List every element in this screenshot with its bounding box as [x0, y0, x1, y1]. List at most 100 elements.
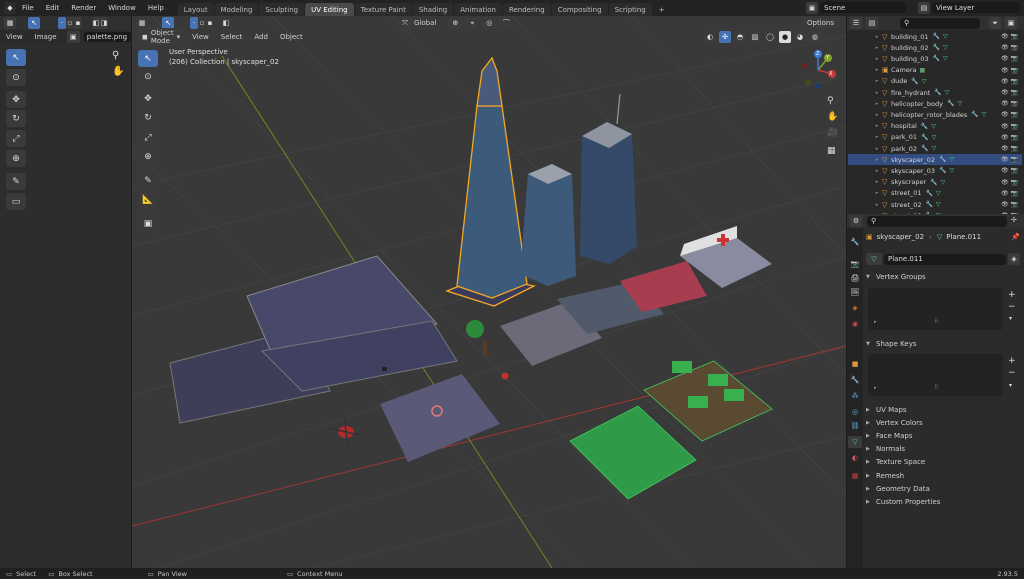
tab-compositing[interactable]: Compositing	[551, 3, 608, 16]
scene-icon[interactable]: ▣	[806, 2, 818, 14]
visibility-toggle-icon[interactable]: 👁 📷	[1001, 201, 1018, 208]
properties-panel-header[interactable]: ▶ Face Maps	[866, 429, 1016, 442]
vp-scale-tool[interactable]: ⤢	[138, 129, 158, 146]
mesh-data-icon[interactable]: ▽	[945, 89, 950, 96]
mesh-data-icon[interactable]: ▽	[932, 145, 937, 152]
output-tab-icon[interactable]: 🖨	[848, 272, 862, 284]
pin-icon[interactable]: ✢	[1011, 216, 1017, 224]
vp-measure-tool[interactable]: 📐	[138, 191, 158, 208]
modifier-icon[interactable]: 🔧	[921, 123, 928, 130]
constraints-tab-icon[interactable]: ⛓	[848, 420, 862, 432]
transform-orientation-icon[interactable]: ⤧	[398, 17, 412, 29]
visibility-toggle-icon[interactable]: 👁 📷	[1001, 179, 1018, 186]
new-collection-icon[interactable]: ▣	[1005, 17, 1017, 29]
uv-annotate-tool[interactable]: ✎	[6, 173, 26, 190]
properties-editor-type-icon[interactable]: ⚙	[850, 215, 862, 227]
edge-select-icon[interactable]: ▫	[66, 17, 74, 29]
modifier-icon[interactable]: 🔧	[933, 55, 940, 62]
vp-transform-tool[interactable]: ⊕	[138, 148, 158, 165]
remove-shape-key-icon[interactable]: −	[1008, 368, 1016, 378]
mesh-data-icon[interactable]: ▽	[936, 190, 941, 197]
texture-tab-icon[interactable]: ▦	[848, 470, 862, 482]
mesh-data-icon[interactable]: ▽	[943, 33, 948, 40]
remove-vertex-group-icon[interactable]: −	[1008, 302, 1016, 312]
visibility-toggle-icon[interactable]: 👁 📷	[1001, 167, 1018, 174]
vertex-groups-list[interactable]: ▸ ⠿	[868, 288, 1003, 330]
modifier-icon[interactable]: 🔧	[911, 78, 918, 85]
blender-logo-icon[interactable]: ◆	[4, 2, 16, 14]
modifier-icon[interactable]: 🔧	[926, 190, 933, 197]
visibility-toggle-icon[interactable]: 👁 📷	[1001, 89, 1018, 96]
viewport-edge-icon[interactable]: ▫	[198, 17, 206, 29]
outliner-item[interactable]: ▸ ▽ street_02 🔧 ▽ 👁 📷	[848, 199, 1022, 210]
fire-hydrant[interactable]	[501, 372, 509, 380]
tab-animation[interactable]: Animation	[454, 3, 502, 16]
visibility-toggle-icon[interactable]: 👁 📷	[1001, 156, 1018, 163]
camera-data-icon[interactable]: ■	[920, 67, 926, 74]
view-layer-icon[interactable]: ▤	[918, 2, 930, 14]
uv-transform-tool[interactable]: ⊕	[6, 150, 26, 167]
expand-triangle-icon[interactable]: ▸	[872, 67, 882, 73]
modifier-icon[interactable]: 🔧	[934, 89, 941, 96]
menu-render[interactable]: Render	[65, 4, 102, 12]
visibility-toggle-icon[interactable]: 👁 📷	[1001, 190, 1018, 197]
properties-panel-header[interactable]: ▶ UV Maps	[866, 403, 1016, 416]
display-mode-icon[interactable]: ▤	[866, 17, 878, 29]
expand-triangle-icon[interactable]: ▸	[872, 123, 882, 129]
park-01[interactable]	[569, 405, 697, 500]
outliner-search-input[interactable]: ⚲	[900, 18, 980, 29]
menu-edit[interactable]: Edit	[40, 4, 66, 12]
outliner-item[interactable]: ▸ ▽ park_02 🔧 ▽ 👁 📷	[848, 143, 1022, 154]
expand-triangle-icon[interactable]: ▸	[872, 190, 882, 196]
viewport-menu-object[interactable]: Object	[274, 33, 309, 41]
modifier-icon[interactable]: 🔧	[930, 179, 937, 186]
image-name-field[interactable]: palette.png	[83, 32, 131, 42]
xray-icon[interactable]: ▨	[749, 31, 761, 43]
material-tab-icon[interactable]: ◐	[848, 452, 862, 464]
outliner-editor-type-icon[interactable]: ☰	[850, 17, 862, 29]
expand-triangle-icon[interactable]: ▸	[872, 101, 882, 107]
visibility-toggle-icon[interactable]: 👁 📷	[1001, 67, 1018, 74]
expand-triangle-icon[interactable]: ▸	[872, 202, 882, 208]
menu-help[interactable]: Help	[142, 4, 170, 12]
viewport-vertex-icon[interactable]: ·	[190, 17, 198, 29]
render-tab-icon[interactable]: 📷	[848, 258, 862, 270]
expand-triangle-icon[interactable]: ▸	[872, 45, 882, 51]
gizmo-toggle-icon[interactable]: ✣	[719, 31, 731, 43]
visibility-toggle-icon[interactable]: 👁 📷	[1001, 145, 1018, 152]
modifier-icon[interactable]: 🔧	[921, 145, 928, 152]
uv-move-tool[interactable]: ✥	[6, 91, 26, 108]
tab-rendering[interactable]: Rendering	[502, 3, 551, 16]
expand-triangle-icon[interactable]: ▸	[874, 385, 877, 391]
visibility-toggle-icon[interactable]: 👁 📷	[1001, 44, 1018, 51]
vp-annotate-tool[interactable]: ✎	[138, 172, 158, 189]
outliner-item[interactable]: ▸ ▽ skyscaper_02 🔧 ▽ 👁 📷	[848, 154, 1022, 166]
view-layer-tab-icon[interactable]: 🖼	[848, 286, 862, 298]
uv-scale-tool[interactable]: ⤢	[6, 130, 26, 147]
expand-triangle-icon[interactable]: ▸	[872, 56, 882, 62]
tab-scripting[interactable]: Scripting	[608, 3, 652, 16]
uv-rotate-tool[interactable]: ↻	[6, 110, 26, 127]
mesh-data-icon[interactable]: ▽	[931, 123, 936, 130]
menu-window[interactable]: Window	[102, 4, 142, 12]
outliner-item[interactable]: ▸ ▽ park_01 🔧 ▽ 👁 📷	[848, 132, 1022, 143]
navigation-gizmo[interactable]: X Y Z	[798, 50, 838, 90]
viewport-sync-icon[interactable]: ◧	[222, 17, 230, 29]
mesh-data-icon[interactable]: ▽	[950, 167, 955, 174]
scene-tab-icon[interactable]: ◈	[848, 302, 862, 314]
options-button[interactable]: Options	[800, 18, 840, 28]
expand-triangle-icon[interactable]: ▸	[872, 78, 882, 84]
sync-select-icon[interactable]: ◨	[100, 17, 108, 29]
tab-texture-paint[interactable]: Texture Paint	[354, 3, 412, 16]
expand-triangle-icon[interactable]: ▸	[872, 90, 882, 96]
resize-grip-icon[interactable]: ⠿	[934, 384, 938, 391]
expand-triangle-icon[interactable]: ▸	[874, 319, 877, 325]
modifier-icon[interactable]: 🔧	[971, 111, 978, 118]
outliner-item[interactable]: ▸ ▽ building_01 🔧 ▽ 👁 📷	[848, 31, 1022, 42]
viewport-menu-select[interactable]: Select	[215, 33, 249, 41]
vp-select-tool[interactable]: ↖	[138, 50, 158, 67]
vp-add-cube-tool[interactable]: ▣	[138, 215, 158, 232]
outliner-item[interactable]: ▸ ▽ building_02 🔧 ▽ 👁 📷	[848, 42, 1022, 53]
mesh-name-field[interactable]: Plane.011	[884, 253, 1006, 265]
tab-modeling[interactable]: Modeling	[214, 3, 259, 16]
